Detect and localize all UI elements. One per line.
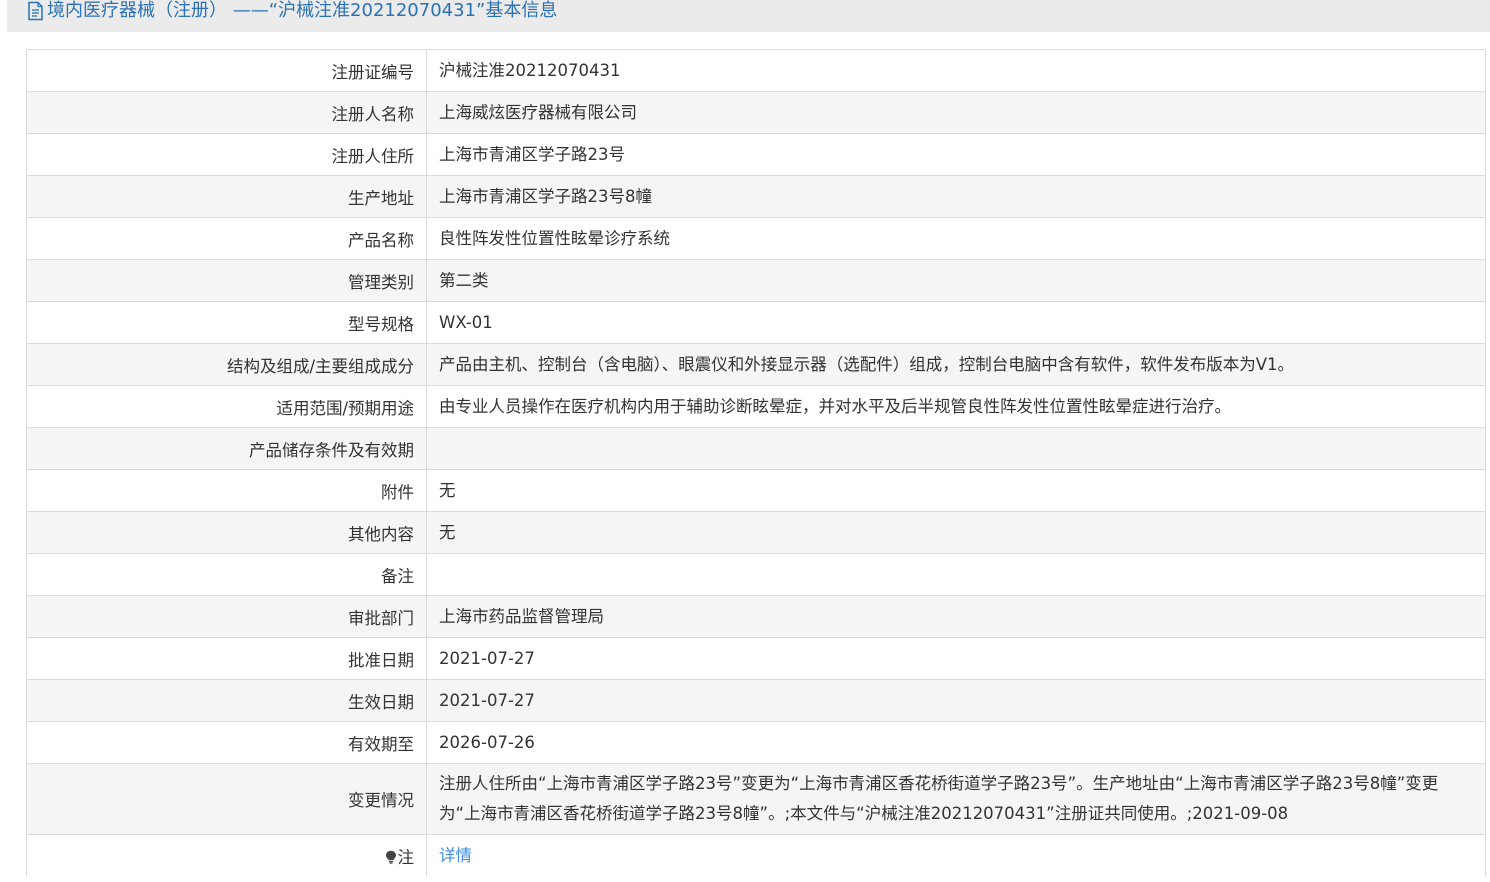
row-label: 附件 [26,469,427,512]
table-row: 附件 无 [26,469,1486,512]
row-label: 备注 [26,553,427,596]
table-row: 型号规格 WX-01 [26,301,1486,344]
table-row: 备注 [26,553,1486,596]
row-label: 结构及组成/主要组成成分 [26,343,427,386]
row-value: 2021-07-27 [426,637,1486,680]
row-value: 上海市青浦区学子路23号 [426,133,1486,176]
row-value: 2026-07-26 [426,721,1486,764]
row-value: 无 [426,469,1486,512]
table-row: 注册人名称 上海威炫医疗器械有限公司 [26,91,1486,134]
note-row: 注 详情 [26,834,1486,877]
document-icon [28,1,43,21]
row-label: 注册证编号 [26,49,427,92]
table-row: 审批部门 上海市药品监督管理局 [26,595,1486,638]
table-row: 生产地址 上海市青浦区学子路23号8幢 [26,175,1486,218]
row-label: 适用范围/预期用途 [26,385,427,428]
note-label: 注 [397,847,415,867]
row-value [426,427,1486,470]
row-value [426,553,1486,596]
table-row: 其他内容 无 [26,511,1486,554]
table-row: 产品储存条件及有效期 [26,427,1486,470]
table-row: 变更情况 注册人住所由“上海市青浦区学子路23号”变更为“上海市青浦区香花桥街道… [26,763,1486,835]
row-label: 产品储存条件及有效期 [26,427,427,470]
row-value: 注册人住所由“上海市青浦区学子路23号”变更为“上海市青浦区香花桥街道学子路23… [426,763,1486,835]
page-header: 境内医疗器械（注册） ——“沪械注准20212070431”基本信息 [7,0,1490,32]
row-value: 上海威炫医疗器械有限公司 [426,91,1486,134]
table-row: 产品名称 良性阵发性位置性眩晕诊疗系统 [26,217,1486,260]
row-label: 生效日期 [26,679,427,722]
note-label-cell: 注 [26,834,427,877]
row-label: 审批部门 [26,595,427,638]
row-value: WX-01 [426,301,1486,344]
registration-detail-table: 注册证编号 沪械注准20212070431 注册人名称 上海威炫医疗器械有限公司… [26,49,1486,877]
lightbulb-icon [385,850,396,864]
row-label: 变更情况 [26,763,427,835]
row-label: 批准日期 [26,637,427,680]
row-label: 管理类别 [26,259,427,302]
row-value: 无 [426,511,1486,554]
row-label: 注册人名称 [26,91,427,134]
table-row: 有效期至 2026-07-26 [26,721,1486,764]
row-value: 上海市药品监督管理局 [426,595,1486,638]
details-link[interactable]: 详情 [439,846,472,865]
table-row: 注册证编号 沪械注准20212070431 [26,49,1486,92]
table-row: 批准日期 2021-07-27 [26,637,1486,680]
row-value: 上海市青浦区学子路23号8幢 [426,175,1486,218]
table-row: 结构及组成/主要组成成分 产品由主机、控制台（含电脑）、眼震仪和外接显示器（选配… [26,343,1486,386]
row-label: 型号规格 [26,301,427,344]
row-label: 生产地址 [26,175,427,218]
table-row: 适用范围/预期用途 由专业人员操作在医疗机构内用于辅助诊断眩晕症，并对水平及后半… [26,385,1486,428]
row-label: 产品名称 [26,217,427,260]
row-value: 第二类 [426,259,1486,302]
table-row: 生效日期 2021-07-27 [26,679,1486,722]
table-row: 管理类别 第二类 [26,259,1486,302]
page-title: 境内医疗器械（注册） ——“沪械注准20212070431”基本信息 [47,0,558,21]
row-value: 良性阵发性位置性眩晕诊疗系统 [426,217,1486,260]
row-value: 2021-07-27 [426,679,1486,722]
row-value: 产品由主机、控制台（含电脑）、眼震仪和外接显示器（选配件）组成，控制台电脑中含有… [426,343,1486,386]
row-value: 沪械注准20212070431 [426,49,1486,92]
row-label: 注册人住所 [26,133,427,176]
row-label: 其他内容 [26,511,427,554]
row-value: 由专业人员操作在医疗机构内用于辅助诊断眩晕症，并对水平及后半规管良性阵发性位置性… [426,385,1486,428]
note-value-cell: 详情 [426,834,1486,877]
row-label: 有效期至 [26,721,427,764]
table-row: 注册人住所 上海市青浦区学子路23号 [26,133,1486,176]
